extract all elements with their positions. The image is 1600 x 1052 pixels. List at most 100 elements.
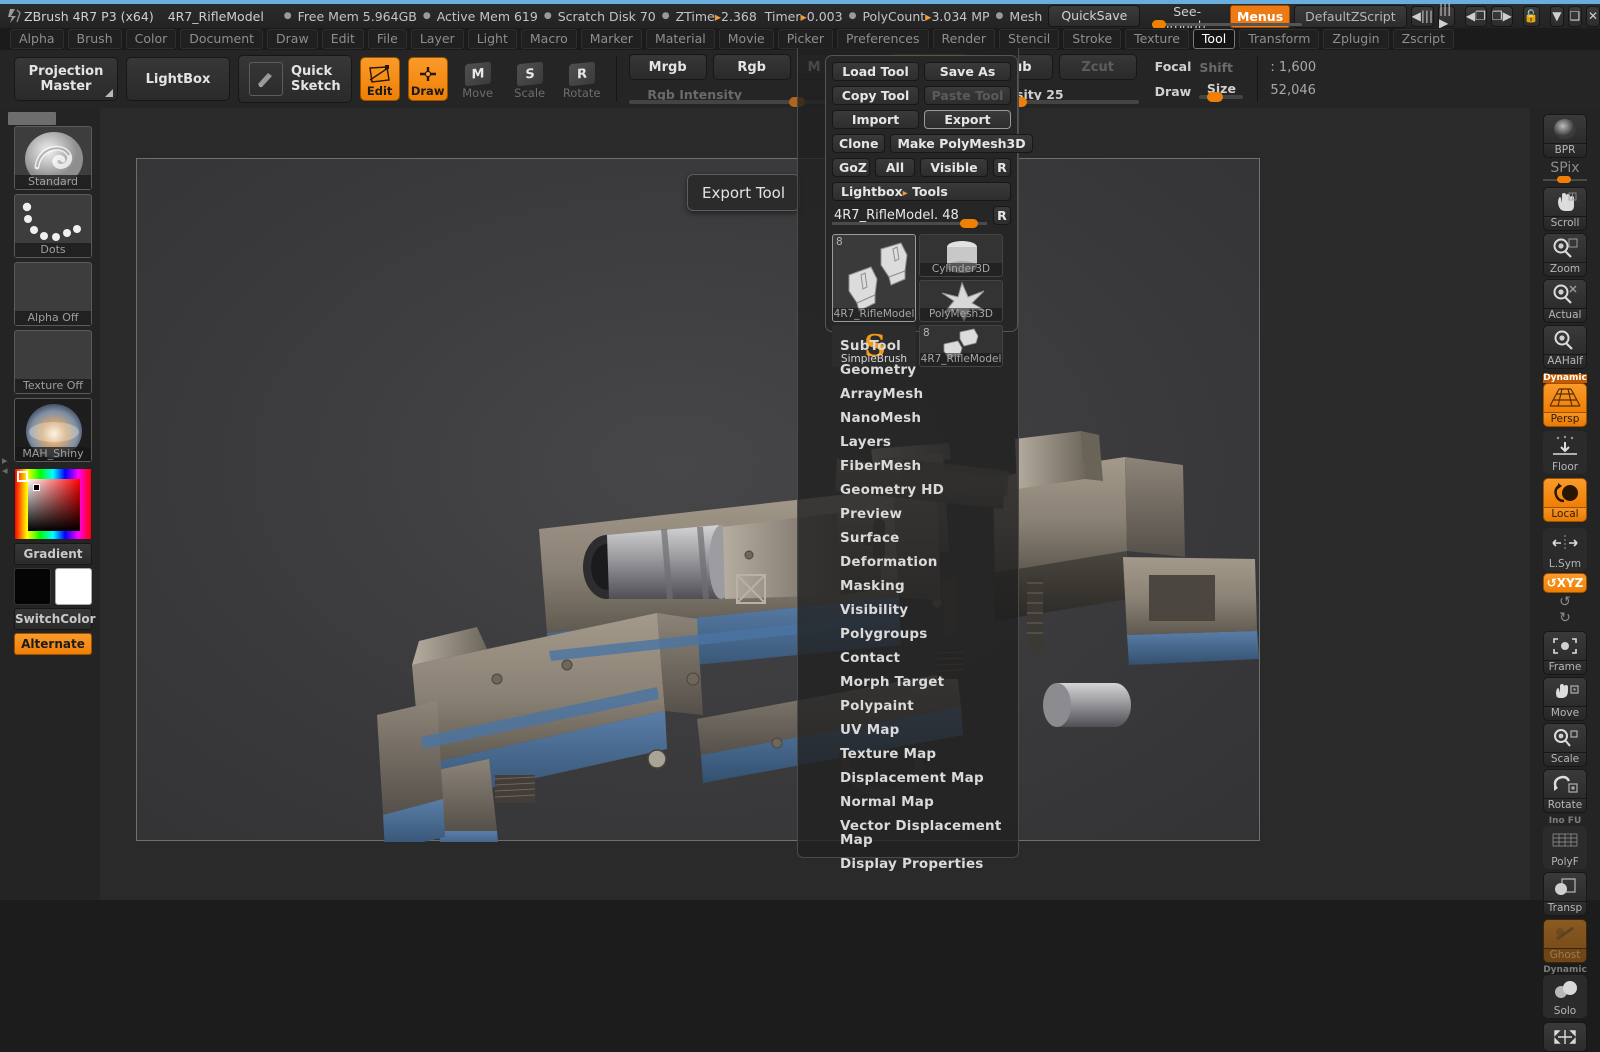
right-item-actual[interactable]: Actual	[1543, 279, 1587, 323]
restore-icon[interactable]: ❑	[1567, 5, 1582, 27]
tool-section-uv-map[interactable]: UV Map	[798, 718, 1020, 742]
menu-edit[interactable]: Edit	[321, 29, 364, 49]
menu-marker[interactable]: Marker	[580, 29, 642, 49]
menu-texture[interactable]: Texture	[1125, 29, 1189, 49]
tool-thumb-cylinder3d[interactable]: Cylinder3D	[919, 234, 1003, 277]
mrgb-button[interactable]: Mrgb	[628, 54, 707, 80]
secondary-color-swatch[interactable]	[55, 568, 92, 605]
right-item-move[interactable]: Move	[1543, 677, 1587, 721]
tool-section-normal-map[interactable]: Normal Map	[798, 790, 1020, 814]
menu-brush[interactable]: Brush	[67, 29, 122, 49]
projection-master-button[interactable]: Projection Master	[14, 57, 118, 101]
tool-section-fibermesh[interactable]: FiberMesh	[798, 454, 1020, 478]
menu-tool[interactable]: Tool	[1192, 29, 1236, 49]
right-item-scale[interactable]: Scale	[1543, 723, 1587, 767]
padlock-icon[interactable]: 🔓	[1522, 5, 1540, 27]
layout-prev-icon[interactable]: ◀❐	[1464, 5, 1487, 27]
right-item-rotate[interactable]: Rotate	[1543, 769, 1587, 813]
tool-section-geometry-hd[interactable]: Geometry HD	[798, 478, 1020, 502]
export-button[interactable]: Export	[924, 110, 1011, 129]
tool-section-displacement-map[interactable]: Displacement Map	[798, 766, 1020, 790]
right-item-scroll[interactable]: Scroll	[1543, 187, 1587, 231]
tool-section-display-properties[interactable]: Display Properties	[798, 852, 1020, 876]
visible-button[interactable]: Visible	[920, 158, 988, 177]
menu-preferences[interactable]: Preferences	[836, 29, 929, 49]
right-item-floor[interactable]: Floor	[1543, 431, 1587, 474]
alternate-button[interactable]: Alternate	[14, 633, 92, 655]
menu-layer[interactable]: Layer	[410, 29, 464, 49]
switch-color-button[interactable]: SwitchColor	[14, 608, 96, 630]
move-mode-button[interactable]: M Move	[456, 57, 500, 101]
save-as-button[interactable]: Save As	[924, 62, 1011, 81]
menu-zscript[interactable]: Zscript	[1392, 29, 1455, 49]
scroll-right-icon[interactable]: |||▶	[1438, 2, 1455, 30]
tool-thumb-polymesh3d[interactable]: PolyMesh3D	[919, 280, 1003, 322]
right-item-persp[interactable]: Dynamic Persp	[1543, 374, 1587, 427]
current-tool-slider[interactable]: 4R7_RifleModel. 48	[832, 206, 988, 228]
menu-render[interactable]: Render	[932, 29, 996, 49]
texture-palette-item[interactable]: Texture Off	[14, 330, 92, 394]
right-item-local[interactable]: Local	[1543, 478, 1587, 522]
menu-zplugin[interactable]: Zplugin	[1323, 29, 1389, 49]
alpha-palette-item[interactable]: Alpha Off	[14, 262, 92, 326]
draw-mode-button[interactable]: Draw	[407, 57, 448, 101]
lightbox-button[interactable]: LightBox	[126, 57, 230, 101]
right-item-polyf[interactable]: Ino FU PolyF	[1543, 817, 1587, 869]
color-picker-hue-marker[interactable]	[17, 471, 28, 482]
right-item-lsym[interactable]: L.Sym	[1543, 528, 1587, 571]
all-button[interactable]: All	[875, 158, 915, 177]
tool-section-deformation[interactable]: Deformation	[798, 550, 1020, 574]
menu-light[interactable]: Light	[467, 29, 517, 49]
rotate-mode-button[interactable]: R Rotate	[560, 57, 604, 101]
left-shelf-edge-arrows-icon[interactable]: ▸ ◂	[2, 455, 14, 476]
rifle-3d-model[interactable]	[137, 159, 1261, 842]
zscript-name-button[interactable]: DefaultZScript	[1294, 4, 1407, 28]
import-button[interactable]: Import	[832, 110, 919, 129]
lightbox-tools-button[interactable]: Lightbox▸ Tools	[832, 182, 1011, 201]
tool-section-subtool[interactable]: SubTool	[798, 334, 1020, 358]
left-scroll-nub[interactable]	[8, 112, 56, 125]
right-item-transp[interactable]: Transp	[1543, 872, 1587, 916]
right-item-xyz[interactable]: ↺XYZ	[1543, 573, 1587, 593]
spix-slider-icon[interactable]	[1543, 176, 1587, 183]
rgb-button[interactable]: Rgb	[712, 54, 791, 80]
zcut-button[interactable]: Zcut	[1058, 54, 1137, 80]
shift-label[interactable]: Shift	[1199, 60, 1243, 75]
rotate-ccw-icon[interactable]: ↺	[1543, 594, 1587, 610]
material-palette-item[interactable]: MAH_Shiny	[14, 398, 92, 462]
menu-draw[interactable]: Draw	[267, 29, 318, 49]
tool-section-texture-map[interactable]: Texture Map	[798, 742, 1020, 766]
visible-r-button[interactable]: R	[993, 158, 1011, 177]
menu-file[interactable]: File	[367, 29, 407, 49]
tool-thumb-rifle-selected[interactable]: 8 4R7_RifleModel	[832, 234, 916, 322]
right-item-ghost[interactable]: Ghost	[1543, 919, 1587, 963]
draw-size-slider[interactable]: Size	[1199, 79, 1244, 102]
right-item-zoom[interactable]: Zoom	[1543, 233, 1587, 277]
draw-size-label[interactable]: Draw	[1155, 84, 1192, 99]
layout-next-icon[interactable]: ❐▶	[1490, 5, 1513, 27]
scale-mode-button[interactable]: S Scale	[508, 57, 552, 101]
see-through-slider[interactable]: See-through 0	[1152, 5, 1303, 47]
gradient-button[interactable]: Gradient	[14, 543, 92, 565]
tool-section-contact[interactable]: Contact	[798, 646, 1020, 670]
scroll-left-icon[interactable]: ◀|||	[1410, 5, 1434, 27]
quicksave-button[interactable]: QuickSave	[1048, 5, 1141, 27]
tool-section-nanomesh[interactable]: NanoMesh	[798, 406, 1020, 430]
current-tool-r-button[interactable]: R	[993, 206, 1011, 225]
tool-section-surface[interactable]: Surface	[798, 526, 1020, 550]
right-item-move-axis[interactable]	[1543, 1022, 1587, 1052]
menu-transform[interactable]: Transform	[1239, 29, 1320, 49]
menu-material[interactable]: Material	[645, 29, 715, 49]
copy-tool-button[interactable]: Copy Tool	[832, 86, 919, 105]
menu-document[interactable]: Document	[180, 29, 264, 49]
right-item-spix[interactable]: SPix	[1543, 160, 1587, 185]
clone-button[interactable]: Clone	[832, 134, 886, 153]
right-item-solo[interactable]: Dynamic Solo	[1543, 966, 1587, 1018]
stroke-palette-item[interactable]: Dots	[14, 194, 92, 258]
make-polymesh3d-button[interactable]: Make PolyMesh3D	[890, 134, 1033, 153]
close-icon[interactable]: ✕	[1585, 5, 1600, 27]
current-tool-knob[interactable]	[960, 219, 978, 228]
main-color-swatch[interactable]	[14, 568, 51, 605]
minimize-icon[interactable]: ▼	[1549, 5, 1564, 27]
right-item-aahalf[interactable]: AAHalf	[1543, 325, 1587, 369]
